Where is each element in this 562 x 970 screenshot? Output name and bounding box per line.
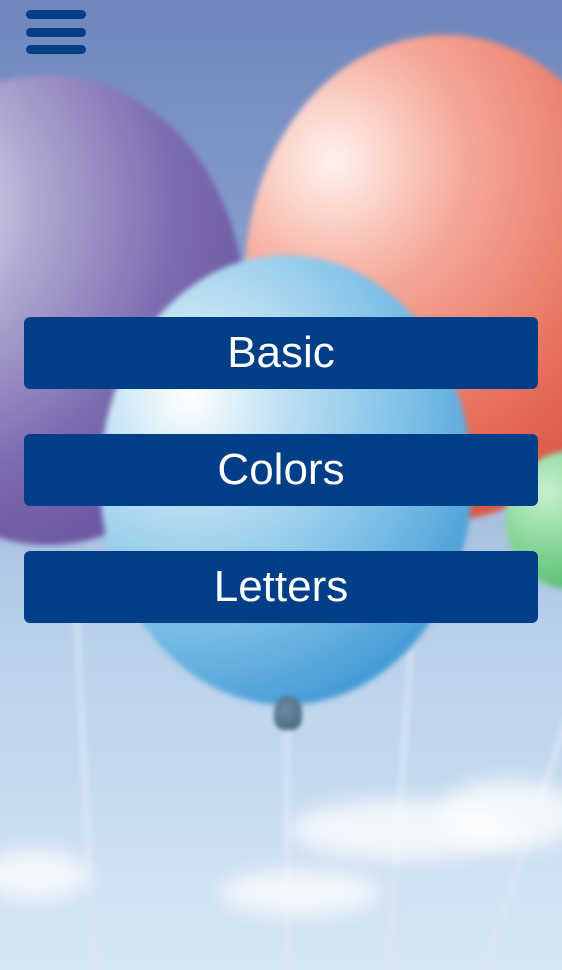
colors-button[interactable]: Colors xyxy=(24,434,538,506)
hamburger-menu-icon[interactable] xyxy=(26,8,88,56)
letters-button[interactable]: Letters xyxy=(24,551,538,623)
cloud xyxy=(0,850,90,900)
balloon-knot xyxy=(274,696,302,730)
letters-button-label: Letters xyxy=(213,562,349,611)
menu-bar-bottom xyxy=(26,45,86,54)
colors-button-label: Colors xyxy=(217,445,345,494)
basic-button-label: Basic xyxy=(227,328,335,377)
basic-button[interactable]: Basic xyxy=(24,317,538,389)
cloud xyxy=(220,870,380,915)
menu-bar-middle xyxy=(26,27,86,37)
balloon-string xyxy=(283,725,291,970)
balloon-string xyxy=(72,620,100,970)
menu-bar-top xyxy=(26,10,86,19)
